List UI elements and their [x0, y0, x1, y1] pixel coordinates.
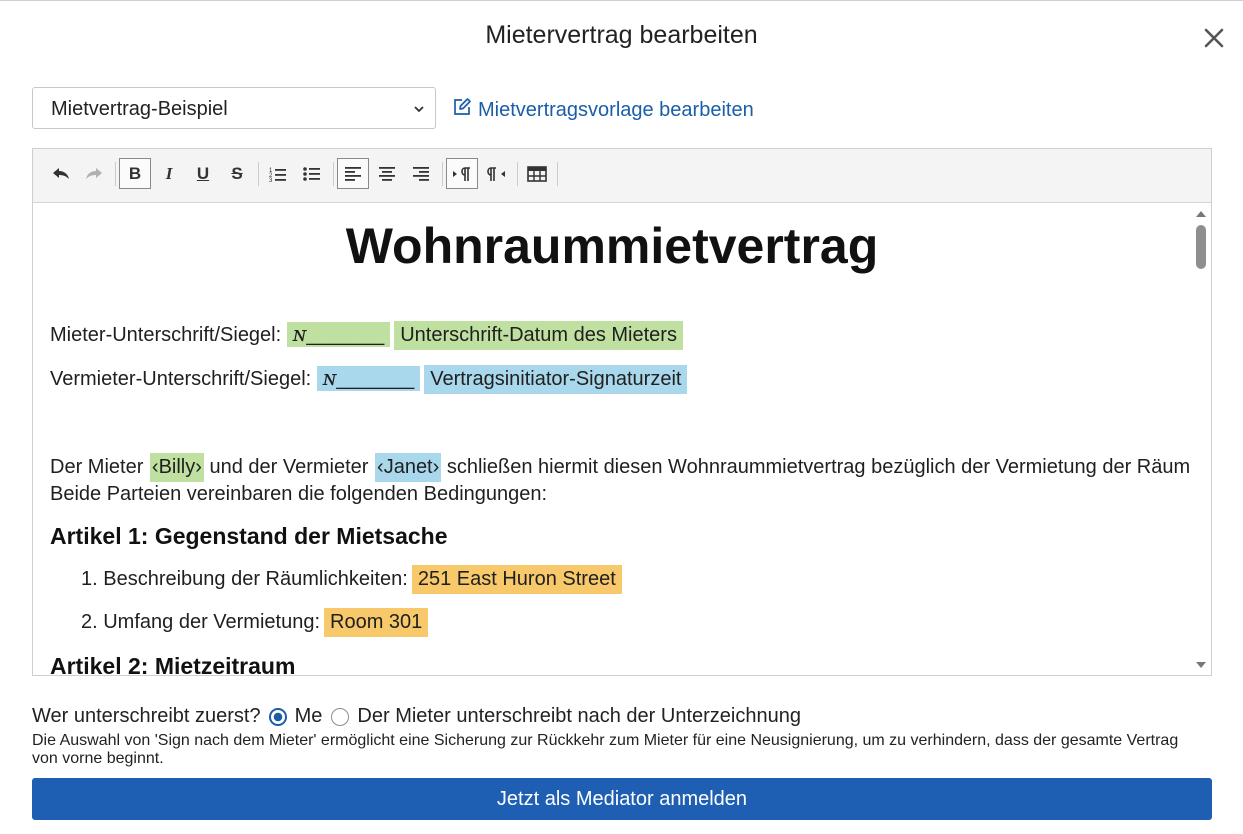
- svg-text:3: 3: [269, 178, 273, 182]
- chevron-down-icon: [412, 102, 426, 121]
- signature-underline: _______: [306, 324, 385, 346]
- editor-content[interactable]: Wohnraummietvertrag Mieter-Unterschrift/…: [33, 203, 1191, 675]
- signing-order-group: Wer unterschreibt zuerst? Me Der Mieter …: [32, 705, 801, 728]
- tenant-signature-field[interactable]: ɴ_______: [286, 322, 391, 347]
- radio-tenant-after-label[interactable]: Der Mieter unterschreibt nach der Unterz…: [357, 705, 801, 728]
- submit-mediator-button[interactable]: Jetzt als Mediator anmelden: [32, 778, 1212, 820]
- article-2-heading: Artikel 2: Mietzeitraum: [50, 653, 296, 675]
- radio-me[interactable]: [268, 707, 287, 726]
- premises-address-field[interactable]: 251 East Huron Street: [411, 565, 622, 594]
- item-label: 2. Umfang der Vermietung:: [81, 611, 321, 633]
- dialog-title: Mietervertrag bearbeiten: [485, 21, 758, 49]
- table-icon[interactable]: [521, 158, 553, 189]
- intro-text: Der Mieter: [50, 456, 144, 478]
- align-center-icon[interactable]: [371, 158, 403, 189]
- edit-template-link[interactable]: Mietvertragsvorlage bearbeiten: [452, 97, 754, 123]
- tenant-signature-line: Mieter-Unterschrift/Siegel: ɴ_______ Unte…: [50, 321, 683, 350]
- template-select-value: Mietvertrag-Beispiel: [51, 98, 228, 120]
- article-1-item-2: 2. Umfang der Vermietung: Room 301: [81, 608, 429, 637]
- signing-order-hint: Die Auswahl von 'Sign nach dem Mieter' e…: [32, 732, 1179, 767]
- redo-icon[interactable]: [78, 158, 110, 189]
- template-select[interactable]: Mietvertrag-Beispiel: [32, 87, 436, 129]
- landlord-signature-line: Vermieter-Unterschrift/Siegel: ɴ_______ V…: [50, 365, 688, 394]
- ordered-list-icon[interactable]: 123: [262, 158, 294, 189]
- signing-order-question: Wer unterschreibt zuerst?: [32, 705, 261, 727]
- document-title: Wohnraummietvertrag: [345, 218, 879, 274]
- bold-icon[interactable]: B: [119, 158, 151, 189]
- item-label: 1. Beschreibung der Räumlichkeiten:: [81, 568, 408, 590]
- intro-text: und der Vermieter: [209, 456, 369, 478]
- article-1-heading: Artikel 1: Gegenstand der Mietsache: [50, 523, 448, 549]
- close-icon[interactable]: [1199, 23, 1229, 53]
- radio-me-label[interactable]: Me: [295, 705, 323, 728]
- editor-toolbar: B I U S 123: [33, 149, 1211, 203]
- landlord-signature-label: Vermieter-Unterschrift/Siegel:: [50, 368, 312, 390]
- edit-icon: [452, 97, 472, 123]
- rental-scope-field[interactable]: Room 301: [324, 608, 429, 637]
- landlord-name-field[interactable]: ‹Janet›: [375, 453, 442, 482]
- tenant-signature-label: Mieter-Unterschrift/Siegel:: [50, 324, 282, 346]
- underline-icon[interactable]: U: [187, 158, 219, 189]
- intro-text: schließen hiermit diesen Wohnraummietver…: [446, 456, 1191, 478]
- article-1-item-1: 1. Beschreibung der Räumlichkeiten: 251 E…: [81, 565, 622, 594]
- strikethrough-icon[interactable]: S: [221, 158, 253, 189]
- rich-text-editor: B I U S 123 Wohnraummietvertrag Mieter-U…: [32, 148, 1212, 676]
- signature-mark: ɴ: [292, 322, 307, 346]
- align-left-icon[interactable]: [337, 158, 369, 189]
- landlord-signature-time[interactable]: Vertragsinitiator-Signaturzeit: [424, 365, 688, 394]
- ltr-icon[interactable]: [446, 158, 478, 189]
- editor-scrollbar[interactable]: [1191, 203, 1211, 675]
- intro-paragraph-line2: Beide Parteien vereinbaren die folgenden…: [50, 483, 548, 505]
- tenant-signature-date[interactable]: Unterschrift-Datum des Mieters: [394, 321, 683, 350]
- undo-icon[interactable]: [45, 158, 77, 189]
- landlord-signature-field[interactable]: ɴ_______: [316, 366, 421, 391]
- bullet-list-icon[interactable]: [296, 158, 328, 189]
- intro-paragraph-line1: Der Mieter ‹Billy› und der Vermieter ‹Ja…: [50, 453, 1191, 482]
- signature-underline: _______: [336, 368, 415, 390]
- radio-tenant-after[interactable]: [331, 707, 350, 726]
- italic-icon[interactable]: I: [153, 158, 185, 189]
- edit-template-label: Mietvertragsvorlage bearbeiten: [478, 98, 754, 121]
- edit-contract-dialog: Mietervertrag bearbeiten Mietvertrag-Bei…: [0, 0, 1243, 834]
- rtl-icon[interactable]: [480, 158, 512, 189]
- tenant-name-field[interactable]: ‹Billy›: [149, 453, 204, 482]
- signature-mark: ɴ: [322, 366, 337, 390]
- align-right-icon[interactable]: [405, 158, 437, 189]
